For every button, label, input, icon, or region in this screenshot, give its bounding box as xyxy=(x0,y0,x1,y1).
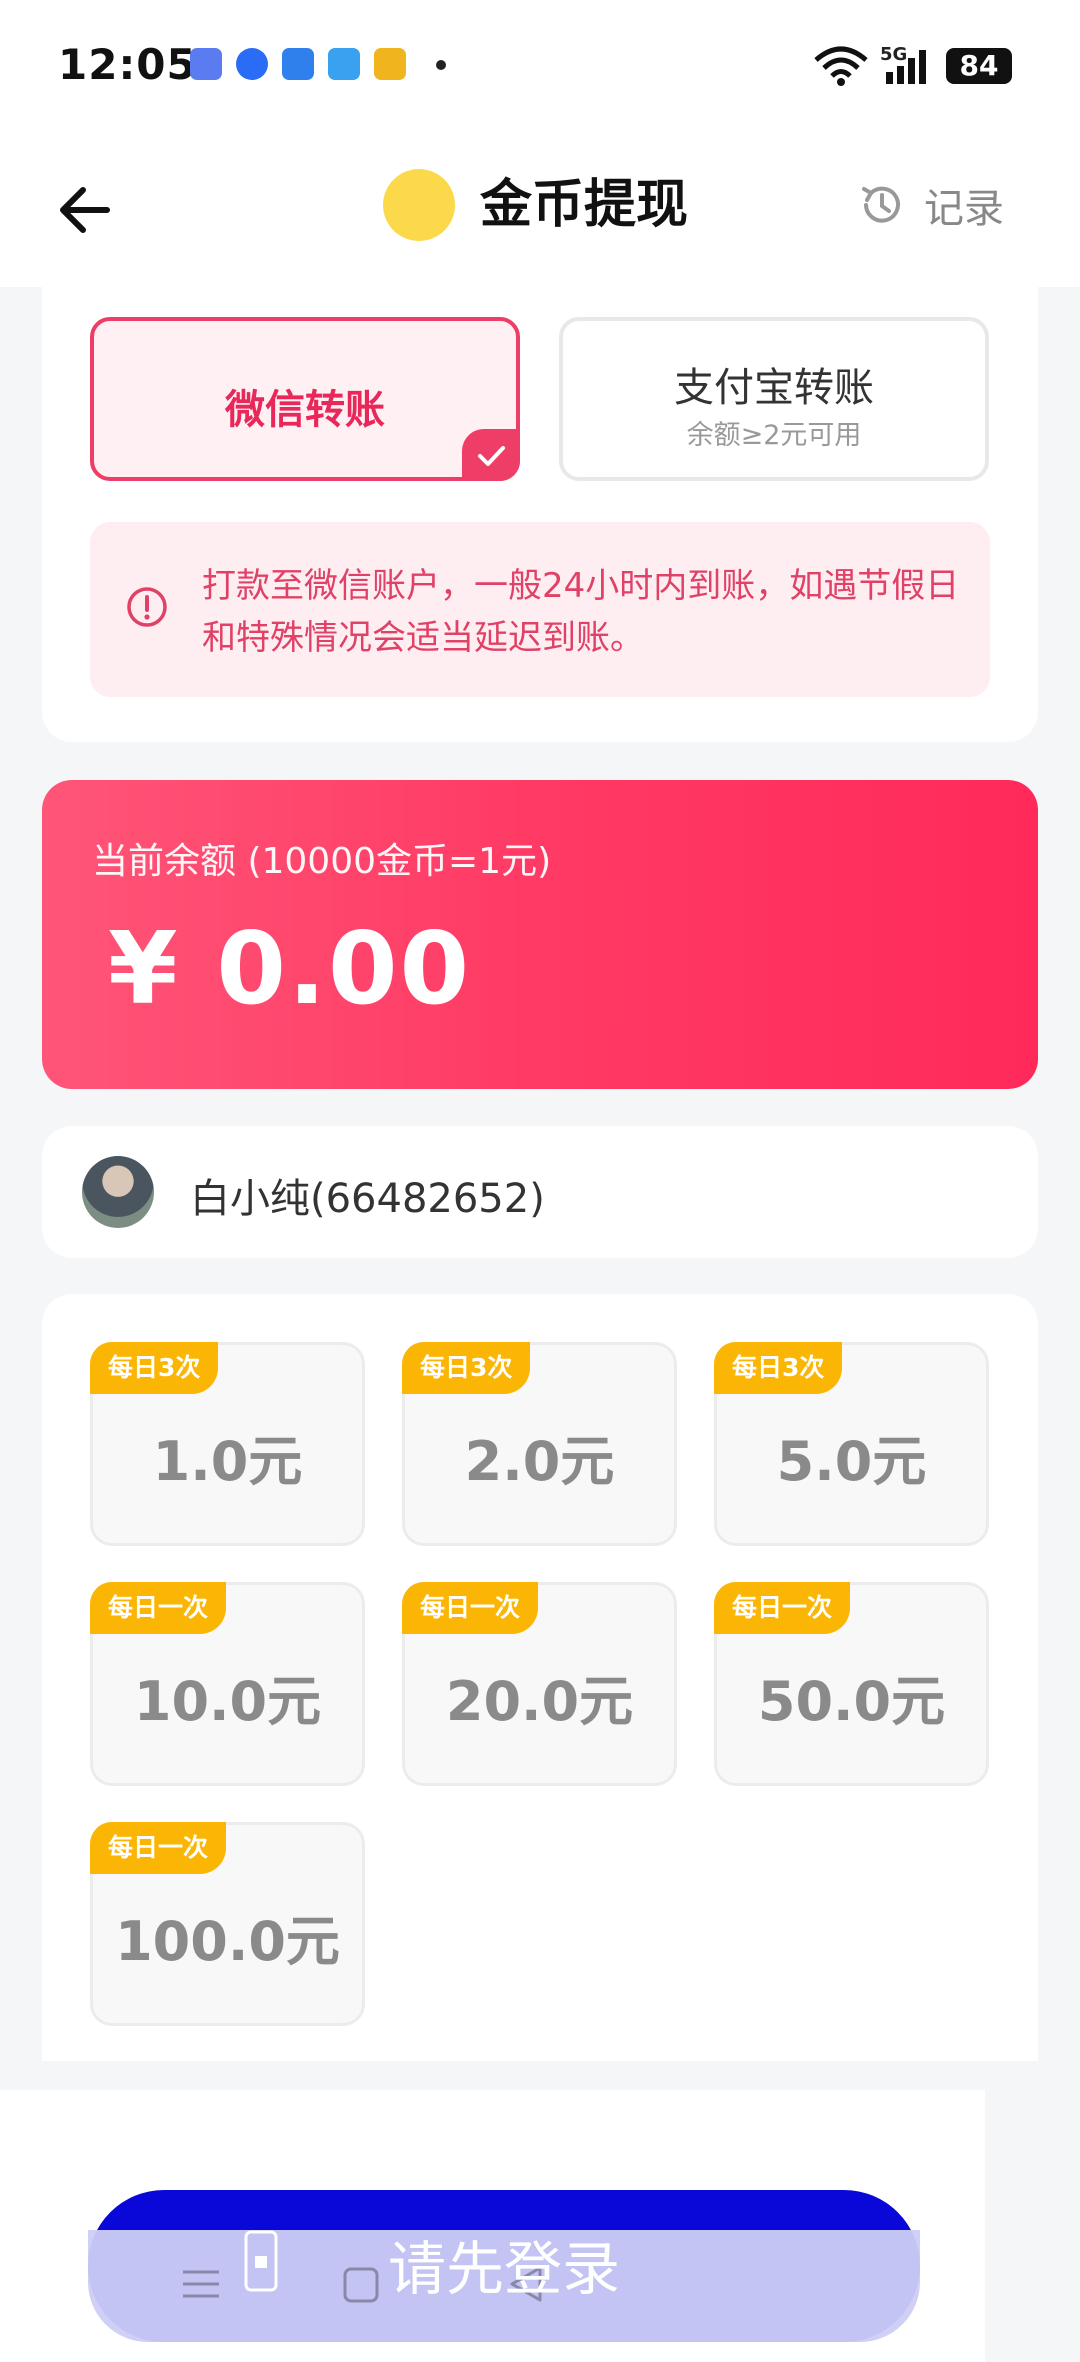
records-label: 记录 xyxy=(924,186,1004,232)
bottom-side-gap xyxy=(985,2090,1080,2230)
pinwheel-app-icon xyxy=(282,48,314,80)
limit-tag: 每日3次 xyxy=(402,1342,531,1394)
avatar xyxy=(82,1156,154,1228)
balance-card: 当前余额 (10000金币=1元) ¥ 0.00 xyxy=(42,780,1038,1089)
signal-icon xyxy=(886,50,926,84)
status-time: 12:05 xyxy=(58,40,197,89)
limit-tag: 每日3次 xyxy=(714,1342,843,1394)
history-icon xyxy=(862,186,900,223)
checkmark-icon xyxy=(478,446,505,466)
amount-option[interactable]: 每日一次 50.0元 xyxy=(714,1582,989,1786)
wifi-icon xyxy=(814,46,868,86)
user-account-card: 白小纯(66482652) xyxy=(42,1126,1038,1258)
amount-value: 100.0元 xyxy=(115,1910,340,1973)
amount-option[interactable]: 每日一次 100.0元 xyxy=(90,1822,365,2026)
message-app-icon xyxy=(190,48,222,80)
limit-tag: 每日一次 xyxy=(90,1822,227,1874)
coin-icon xyxy=(383,169,455,241)
amount-value: 5.0元 xyxy=(776,1430,927,1493)
feather-app-icon xyxy=(328,48,360,80)
user-name: 白小纯(66482652) xyxy=(190,1176,545,1222)
back-arrow-icon[interactable] xyxy=(55,180,115,240)
limit-tag: 每日3次 xyxy=(90,1342,219,1394)
payment-method-card: 微信转账 支付宝转账 余额≥2元可用 打款至微信账户，一般24小时内到账，如遇节… xyxy=(42,287,1038,742)
amount-value: 20.0元 xyxy=(445,1670,634,1733)
payout-notice-text: 打款至微信账户，一般24小时内到账，如遇节假日和特殊情况会适当延迟到账。 xyxy=(202,566,960,658)
balance-label: 当前余额 (10000金币=1元) xyxy=(92,841,552,882)
weibo-app-icon xyxy=(374,48,406,80)
alipay-transfer-label: 支付宝转账 xyxy=(674,365,874,411)
selected-check-badge xyxy=(462,429,520,481)
status-bar: 12:05 5G 84 xyxy=(0,0,1080,135)
balance-value: ¥ 0.00 xyxy=(108,910,472,1027)
amount-value: 2.0元 xyxy=(464,1430,615,1493)
amount-option[interactable]: 每日一次 20.0元 xyxy=(402,1582,677,1786)
browser-app-icon xyxy=(236,48,268,80)
page-title: 金币提现 xyxy=(480,175,689,235)
withdraw-amount-grid: 每日3次 1.0元 每日3次 2.0元 每日3次 5.0元 每日一次 10.0元… xyxy=(42,1294,1038,2061)
alipay-requirement-note: 余额≥2元可用 xyxy=(686,420,862,451)
records-button[interactable]: 记录 xyxy=(858,175,1004,235)
amount-option[interactable]: 每日3次 2.0元 xyxy=(402,1342,677,1546)
amount-value: 1.0元 xyxy=(152,1430,303,1493)
wechat-transfer-label: 微信转账 xyxy=(225,387,385,433)
amount-option[interactable]: 每日3次 5.0元 xyxy=(714,1342,989,1546)
alipay-transfer-option[interactable]: 支付宝转账 余额≥2元可用 xyxy=(559,317,989,481)
payout-notice: 打款至微信账户，一般24小时内到账，如遇节假日和特殊情况会适当延迟到账。 xyxy=(90,522,990,697)
amount-option[interactable]: 每日3次 1.0元 xyxy=(90,1342,365,1546)
amount-option[interactable]: 每日一次 10.0元 xyxy=(90,1582,365,1786)
limit-tag: 每日一次 xyxy=(90,1582,227,1634)
more-notifications-dot xyxy=(436,60,446,70)
wechat-transfer-option[interactable]: 微信转账 xyxy=(90,317,520,481)
amount-value: 10.0元 xyxy=(133,1670,322,1733)
limit-tag: 每日一次 xyxy=(714,1582,851,1634)
login-button-label: 请先登录 xyxy=(387,2235,620,2303)
amount-value: 50.0元 xyxy=(757,1670,946,1733)
limit-tag: 每日一次 xyxy=(402,1582,539,1634)
header-bar: 金币提现 记录 xyxy=(0,135,1080,287)
battery-indicator: 84 xyxy=(946,48,1012,84)
alert-circle-icon xyxy=(127,587,167,627)
